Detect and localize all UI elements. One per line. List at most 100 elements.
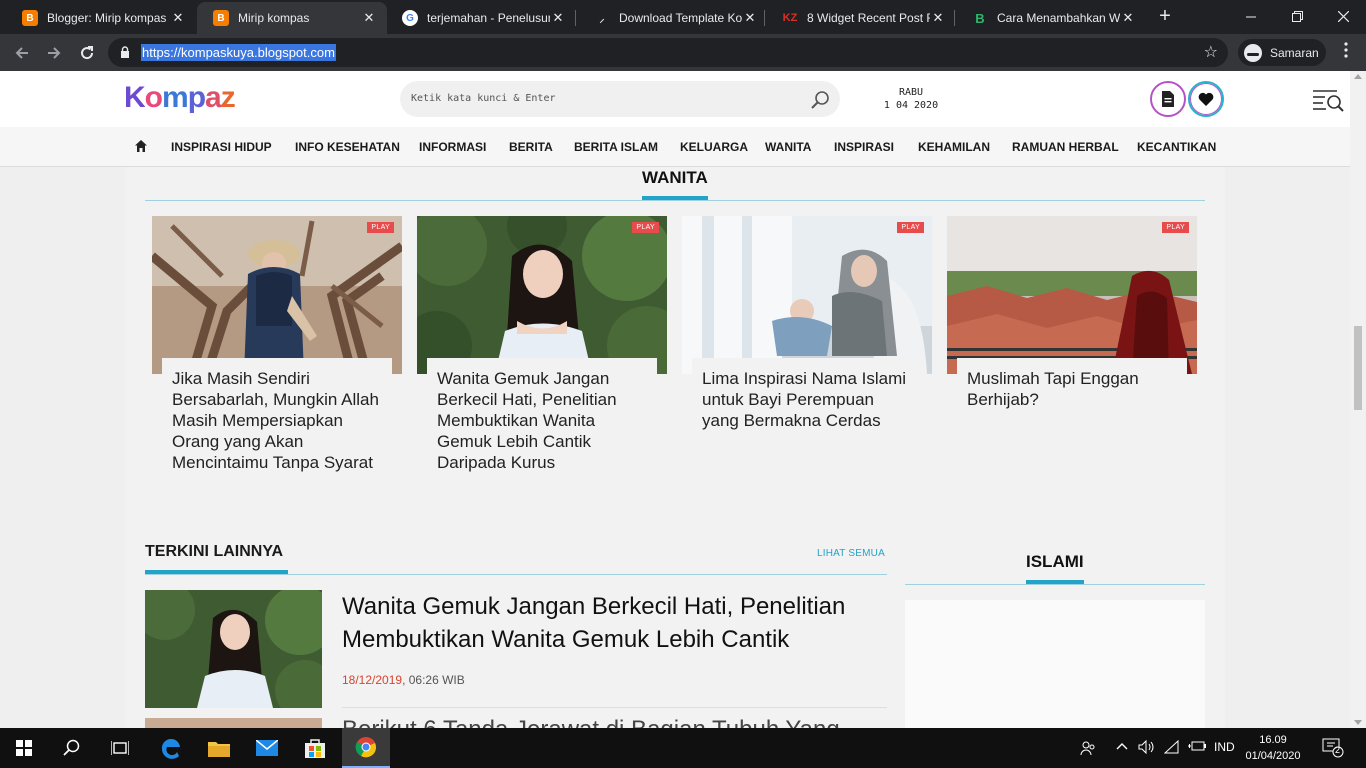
notification-icon bbox=[1322, 738, 1344, 758]
google-icon: G bbox=[402, 10, 418, 26]
wifi-icon[interactable] bbox=[1163, 739, 1180, 757]
address-bar[interactable]: https://kompaskuya.blogspot.com ☆ bbox=[108, 38, 1228, 67]
task-view-icon bbox=[111, 741, 129, 755]
start-button[interactable] bbox=[0, 728, 48, 768]
see-all-link[interactable]: LIHAT SEMUA bbox=[817, 548, 885, 559]
task-view-button[interactable] bbox=[96, 728, 144, 768]
section-title-wanita[interactable]: WANITA bbox=[642, 168, 708, 188]
nav-item-informasi[interactable]: INFORMASI bbox=[419, 140, 486, 154]
close-icon[interactable]: ✕ bbox=[1120, 10, 1136, 26]
article-title[interactable]: Muslimah Tapi Enggan Berhijab? bbox=[957, 358, 1187, 410]
home-icon[interactable] bbox=[134, 139, 148, 153]
search-icon[interactable] bbox=[810, 90, 830, 110]
search-input[interactable]: Ketik kata kunci & Enter bbox=[400, 81, 840, 117]
article-time: , 06:26 WIB bbox=[402, 673, 465, 687]
system-clock[interactable]: 16.09 01/04/2020 bbox=[1240, 732, 1306, 764]
nav-item-keluarga[interactable]: KELUARGA bbox=[680, 140, 748, 154]
article-card[interactable]: PLAY Wanita Gemuk Jangan Berkecil Hati, … bbox=[417, 216, 667, 473]
article-thumbnail[interactable]: PLAY bbox=[682, 216, 932, 374]
tab-widget-recent-post[interactable]: KZ 8 Widget Recent Post Re ✕ bbox=[766, 2, 956, 34]
favorite-button[interactable] bbox=[1188, 81, 1224, 117]
close-icon[interactable]: ✕ bbox=[742, 10, 758, 26]
scroll-up-icon[interactable] bbox=[1354, 74, 1362, 79]
battery-icon-svg bbox=[1188, 741, 1206, 751]
article-card[interactable]: PLAY Muslimah Tapi Enggan Berhijab? bbox=[947, 216, 1197, 410]
action-center-button[interactable]: 2 bbox=[1322, 738, 1344, 758]
nav-item-wanita[interactable]: WANITA bbox=[765, 140, 811, 154]
blogger-icon: B bbox=[22, 10, 38, 26]
url-text[interactable]: https://kompaskuya.blogspot.com bbox=[141, 44, 336, 61]
logo-letter: m bbox=[162, 81, 189, 114]
battery-icon[interactable] bbox=[1188, 740, 1206, 755]
wifi-icon-svg bbox=[1163, 739, 1179, 754]
nav-item-ramuan-herbal[interactable]: RAMUAN HERBAL bbox=[1012, 140, 1119, 154]
nav-item-kecantikan[interactable]: KECANTIKAN bbox=[1137, 140, 1216, 154]
article-card[interactable]: PLAY Jika Masih Sendiri Bersabarlah, Mun… bbox=[152, 216, 402, 473]
input-language[interactable]: IND bbox=[1214, 740, 1235, 754]
new-tab-button[interactable]: + bbox=[1154, 6, 1176, 28]
article-title[interactable]: Jika Masih Sendiri Bersabarlah, Mungkin … bbox=[162, 358, 392, 473]
tab-terjemahan[interactable]: G terjemahan - Penelusuran ✕ bbox=[386, 2, 576, 34]
blogger-icon: B bbox=[213, 10, 229, 26]
restore-icon bbox=[1291, 10, 1303, 22]
tab-cara-menambahkan[interactable]: B Cara Menambahkan Wi ✕ bbox=[956, 2, 1146, 34]
profile-label: Samaran bbox=[1270, 45, 1319, 60]
incognito-profile-button[interactable]: Samaran bbox=[1238, 39, 1326, 66]
scroll-down-icon[interactable] bbox=[1354, 720, 1362, 725]
article-title[interactable]: Wanita Gemuk Jangan Berkecil Hati, Penel… bbox=[427, 358, 657, 473]
chevron-up-icon[interactable] bbox=[1116, 740, 1128, 755]
volume-icon[interactable] bbox=[1138, 739, 1156, 757]
document-button[interactable] bbox=[1150, 81, 1186, 117]
heart-icon bbox=[1198, 92, 1214, 106]
close-icon[interactable]: ✕ bbox=[361, 10, 377, 26]
section-title-terkini[interactable]: TERKINI LAINNYA bbox=[145, 543, 283, 561]
close-icon[interactable]: ✕ bbox=[550, 10, 566, 26]
restore-button[interactable] bbox=[1274, 0, 1320, 32]
kz-icon: KZ bbox=[782, 12, 798, 24]
close-icon[interactable]: ✕ bbox=[930, 10, 946, 26]
back-button[interactable] bbox=[9, 40, 35, 66]
close-icon[interactable]: ✕ bbox=[170, 10, 186, 26]
taskbar-mail[interactable] bbox=[243, 728, 291, 768]
article-thumbnail[interactable]: PLAY bbox=[152, 216, 402, 374]
people-icon[interactable] bbox=[1080, 740, 1096, 759]
bookmark-star-icon[interactable]: ☆ bbox=[1204, 42, 1218, 62]
article-title[interactable]: Wanita Gemuk Jangan Berkecil Hati, Penel… bbox=[342, 590, 887, 656]
tab-mirip-kompas[interactable]: B Mirip kompas ✕ bbox=[197, 2, 387, 34]
reload-button[interactable] bbox=[74, 40, 100, 66]
page-scrollbar[interactable] bbox=[1350, 71, 1366, 728]
folder-icon bbox=[208, 742, 230, 757]
close-window-button[interactable] bbox=[1320, 0, 1366, 32]
article-thumbnail[interactable]: PLAY bbox=[947, 216, 1197, 374]
nav-item-inspirasi-hidup[interactable]: INSPIRASI HIDUP bbox=[171, 140, 272, 154]
minimize-button[interactable] bbox=[1228, 0, 1274, 32]
article-title[interactable]: Lima Inspirasi Nama Islami untuk Bayi Pe… bbox=[692, 358, 922, 431]
nav-item-info-kesehatan[interactable]: INFO KESEHATAN bbox=[295, 140, 400, 154]
article-thumbnail[interactable] bbox=[145, 718, 322, 728]
search-icon bbox=[63, 739, 80, 756]
section-title-islami[interactable]: ISLAMI bbox=[1026, 552, 1084, 572]
search-button[interactable] bbox=[48, 728, 96, 768]
menu-search-icon[interactable] bbox=[1311, 88, 1345, 112]
taskbar-chrome[interactable] bbox=[342, 728, 390, 768]
tab-separator bbox=[954, 10, 955, 26]
nav-item-berita[interactable]: BERITA bbox=[509, 140, 553, 154]
nav-item-kehamilan[interactable]: KEHAMILAN bbox=[918, 140, 990, 154]
taskbar-file-explorer[interactable] bbox=[195, 728, 243, 768]
article-thumbnail[interactable] bbox=[145, 590, 322, 708]
photo-muslimah-rooftops bbox=[947, 216, 1197, 374]
tab-blogger[interactable]: B Blogger: Mirip kompas ✕ bbox=[6, 2, 196, 34]
article-title[interactable]: Berikut 6 Tanda Jerawat di Bagian Tubuh … bbox=[342, 716, 840, 728]
taskbar-edge[interactable] bbox=[147, 728, 195, 768]
forward-button[interactable] bbox=[41, 40, 67, 66]
menu-button[interactable] bbox=[1336, 42, 1356, 62]
article-thumbnail[interactable]: PLAY bbox=[417, 216, 667, 374]
site-logo[interactable]: Kompaz bbox=[124, 81, 236, 114]
taskbar-store[interactable] bbox=[291, 728, 339, 768]
nav-item-berita-islam[interactable]: BERITA ISLAM bbox=[574, 140, 658, 154]
scrollbar-thumb[interactable] bbox=[1354, 326, 1362, 410]
nav-item-inspirasi[interactable]: INSPIRASI bbox=[834, 140, 894, 154]
notification-count: 2 bbox=[1335, 745, 1341, 755]
article-card[interactable]: PLAY Lima Inspirasi Nama Islami untuk Ba… bbox=[682, 216, 932, 431]
tab-download-template[interactable]: ⸝ Download Template Kompas ✕ bbox=[578, 2, 768, 34]
